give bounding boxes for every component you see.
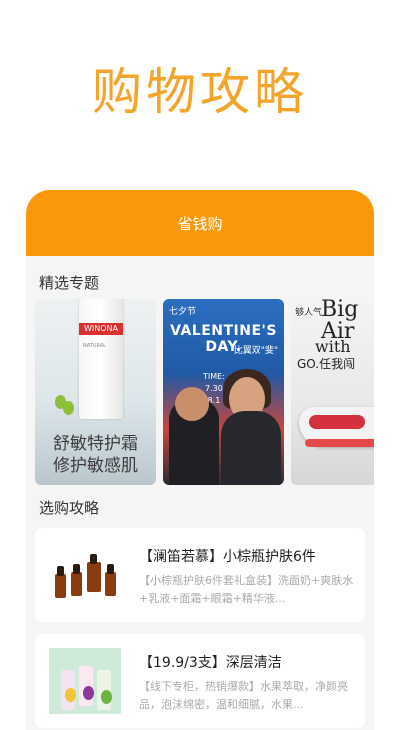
topics-section-title: 精选专题 [39,274,100,292]
guide-description: 【小棕瓶护肤6件套礼盒装】洗面奶+爽肤水+乳液+面霜+眼霜+精华液... [139,574,354,605]
festival-label: 七夕节 [169,307,197,317]
topic-slogan: GO.任我闯 [297,357,356,371]
shopping-card: 省钱购 精选专题 WINONA NATURAL 舒敏特护霜 修护敏感肌 七夕节 … [26,190,374,730]
model-image [175,387,209,421]
guides-list: 【澜笛若慕】小棕瓶护肤6件 【小棕瓶护肤6件套礼盒装】洗面奶+爽肤水+乳液+面霜… [26,528,374,728]
topic-card-winona[interactable]: WINONA NATURAL 舒敏特护霜 修护敏感肌 [35,299,156,485]
model-image [221,411,281,485]
guide-title: 【澜笛若慕】小棕瓶护肤6件 [139,549,316,565]
card-header: 省钱购 [26,190,374,256]
product-thumbnail [49,648,121,714]
product-thumbnail [49,542,121,608]
topic-title-with: with [315,337,351,356]
guides-section-title: 选购攻略 [39,499,100,517]
page-title: 购物攻略 [92,63,308,121]
guide-description: 【线下专柜，热销爆款】水果萃取，净颜亮品，泡沫绵密，温和细腻，水果... [139,680,348,711]
brand-label: WINONA [83,324,118,333]
topic-tag: 够人气 [295,308,323,318]
guide-title: 【19.9/3支】深层清洁 [139,655,282,671]
topic-card-valentine[interactable]: 七夕节 VALENTINE'S DAY. 比翼双"斐" TIME: 7.30 8… [163,299,284,485]
topic-subtitle: 比翼双"斐" [233,346,278,356]
guide-item[interactable]: 【19.9/3支】深层清洁 【线下专柜，热销爆款】水果萃取，净颜亮品，泡沫绵密，… [35,634,365,728]
topics-carousel[interactable]: WINONA NATURAL 舒敏特护霜 修护敏感肌 七夕节 VALENTINE… [26,299,374,485]
guide-item[interactable]: 【澜笛若慕】小棕瓶护肤6件 【小棕瓶护肤6件套礼盒装】洗面奶+爽肤水+乳液+面霜… [35,528,365,622]
olive-icon [63,401,74,415]
topic-card-sneaker[interactable]: 够人气 Big Air with GO.任我闯 [291,299,374,485]
product-bottle-image: WINONA NATURAL [79,299,123,419]
topic-caption: 舒敏特护霜 修护敏感肌 [53,434,138,476]
sneaker-image [299,407,374,447]
